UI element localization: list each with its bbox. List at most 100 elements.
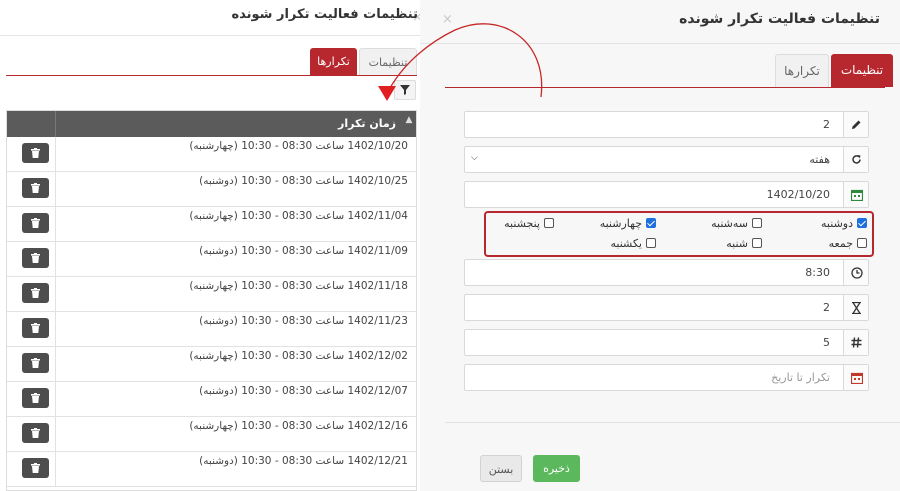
count-field[interactable]: 5 (464, 329, 869, 356)
repeat-time-text: 1402/12/02 ساعت 08:30 - 10:30 (چهارشنبه) (189, 350, 408, 362)
repeat-time-text: 1402/11/18 ساعت 08:30 - 10:30 (چهارشنبه) (189, 280, 408, 292)
delete-button[interactable] (22, 283, 49, 303)
frequency-select[interactable]: هفته ⌵ (464, 146, 869, 173)
column-header-time[interactable]: زمان تکرار (338, 117, 396, 130)
trash-icon (31, 148, 40, 158)
tab-settings[interactable]: تنظیمات (831, 54, 893, 87)
pencil-icon (852, 120, 861, 129)
checkbox-sunday[interactable] (646, 238, 656, 248)
table-row: 1402/10/25 ساعت 08:30 - 10:30 (دوشنبه) (7, 172, 416, 207)
checkbox-wednesday[interactable] (646, 218, 656, 228)
checkbox-saturday[interactable] (752, 238, 762, 248)
dialog-header: × تنظیمات فعالیت تکرار شونده (0, 0, 430, 36)
hourglass-addon (843, 295, 868, 320)
start-date-field[interactable]: 1402/10/20 (464, 181, 869, 208)
chevron-down-icon[interactable]: ⌵ (471, 153, 478, 163)
frequency-value[interactable]: هفته (809, 153, 830, 166)
delete-button[interactable] (22, 388, 49, 408)
delete-button[interactable] (22, 213, 49, 233)
interval-field[interactable]: 2 (464, 111, 869, 138)
repeat-time-text: 1402/11/23 ساعت 08:30 - 10:30 (دوشنبه) (199, 315, 408, 327)
day-thursday[interactable]: پنجشنبه (504, 217, 554, 230)
day-monday[interactable]: دوشنبه (821, 217, 867, 230)
repeat-time-text: 1402/10/20 ساعت 08:30 - 10:30 (چهارشنبه) (189, 140, 408, 152)
day-sunday[interactable]: یکشنبه (611, 237, 656, 250)
trash-icon (31, 393, 40, 403)
delete-button[interactable] (22, 353, 49, 373)
pencil-addon (843, 112, 868, 137)
day-tuesday[interactable]: سه‌شنبه (711, 217, 762, 230)
tab-repeats[interactable]: تکرارها (775, 54, 829, 87)
filter-button[interactable] (394, 80, 416, 100)
hash-addon (843, 330, 868, 355)
repeat-addon (843, 147, 868, 172)
clock-icon (851, 267, 863, 279)
refresh-icon (852, 155, 861, 164)
duration-field[interactable]: 2 (464, 294, 869, 321)
hash-icon (851, 337, 862, 348)
calendar-addon[interactable] (843, 182, 868, 207)
table-row: 1402/12/16 ساعت 08:30 - 10:30 (چهارشنبه) (7, 417, 416, 452)
table-row: 1402/11/09 ساعت 08:30 - 10:30 (دوشنبه) (7, 242, 416, 277)
checkbox-monday[interactable] (857, 218, 867, 228)
checkbox-friday[interactable] (857, 238, 867, 248)
calendar-icon (851, 189, 863, 201)
sort-icon[interactable]: ▲ (402, 115, 416, 125)
table-row: 1402/11/18 ساعت 08:30 - 10:30 (چهارشنبه) (7, 277, 416, 312)
column-divider (55, 111, 56, 137)
dialog-header: × تنظیمات فعالیت تکرار شونده (420, 0, 900, 44)
trash-icon (31, 463, 40, 473)
save-button[interactable]: ذخیره (533, 455, 580, 482)
delete-button[interactable] (22, 248, 49, 268)
repeat-time-text: 1402/11/09 ساعت 08:30 - 10:30 (دوشنبه) (199, 245, 408, 257)
repeats-dialog: × تنظیمات فعالیت تکرار شونده تکرارها تنظ… (0, 0, 430, 491)
until-date-field[interactable]: تکرار تا تاریخ (464, 364, 869, 391)
count-value[interactable]: 5 (823, 336, 830, 349)
start-time-value[interactable]: 8:30 (805, 266, 830, 279)
weekdays-group: دوشنبه سه‌شنبه چهارشنبه پنجشنبه جمعه شنب… (484, 211, 874, 257)
repeat-time-text: 1402/12/21 ساعت 08:30 - 10:30 (دوشنبه) (199, 455, 408, 467)
trash-icon (31, 428, 40, 438)
table-row: 1402/11/04 ساعت 08:30 - 10:30 (چهارشنبه) (7, 207, 416, 242)
delete-button[interactable] (22, 178, 49, 198)
day-friday[interactable]: جمعه (829, 237, 867, 250)
tab-repeats[interactable]: تکرارها (310, 48, 357, 75)
trash-icon (31, 218, 40, 228)
trash-icon (31, 358, 40, 368)
hourglass-icon (852, 302, 861, 314)
dialog-title: تنظیمات فعالیت تکرار شونده (231, 7, 418, 22)
delete-button[interactable] (22, 423, 49, 443)
delete-button[interactable] (22, 458, 49, 478)
repeats-table: ▲ زمان تکرار 1402/10/20 ساعت 08:30 - 10:… (6, 110, 417, 491)
checkbox-thursday[interactable] (544, 218, 554, 228)
table-row: 1402/12/02 ساعت 08:30 - 10:30 (چهارشنبه) (7, 347, 416, 382)
checkbox-tuesday[interactable] (752, 218, 762, 228)
table-row: 1402/11/23 ساعت 08:30 - 10:30 (دوشنبه) (7, 312, 416, 347)
tab-settings[interactable]: تنظیمات (359, 48, 417, 75)
tab-underline (6, 75, 417, 76)
clock-addon (843, 260, 868, 285)
delete-button[interactable] (22, 318, 49, 338)
start-time-field[interactable]: 8:30 (464, 259, 869, 286)
repeat-time-text: 1402/10/25 ساعت 08:30 - 10:30 (دوشنبه) (199, 175, 408, 187)
close-icon[interactable]: × (442, 12, 453, 27)
calendar-icon (851, 372, 863, 384)
trash-icon (31, 288, 40, 298)
until-date-placeholder[interactable]: تکرار تا تاریخ (771, 371, 830, 384)
delete-button[interactable] (22, 143, 49, 163)
day-wednesday[interactable]: چهارشنبه (600, 217, 656, 230)
start-date-value[interactable]: 1402/10/20 (767, 188, 830, 201)
day-saturday[interactable]: شنبه (726, 237, 762, 250)
table-header: ▲ زمان تکرار (7, 111, 416, 137)
calendar-addon[interactable] (843, 365, 868, 390)
repeat-time-text: 1402/12/16 ساعت 08:30 - 10:30 (چهارشنبه) (189, 420, 408, 432)
interval-value[interactable]: 2 (823, 118, 830, 131)
close-button[interactable]: بستن (480, 455, 522, 482)
settings-dialog: × تنظیمات فعالیت تکرار شونده تنظیمات تکر… (420, 0, 900, 491)
table-row: 1402/12/07 ساعت 08:30 - 10:30 (دوشنبه) (7, 382, 416, 417)
duration-value[interactable]: 2 (823, 301, 830, 314)
repeat-time-text: 1402/11/04 ساعت 08:30 - 10:30 (چهارشنبه) (189, 210, 408, 222)
tab-underline (445, 87, 885, 88)
table-row: 1402/12/21 ساعت 08:30 - 10:30 (دوشنبه) (7, 452, 416, 487)
repeat-time-text: 1402/12/07 ساعت 08:30 - 10:30 (دوشنبه) (199, 385, 408, 397)
